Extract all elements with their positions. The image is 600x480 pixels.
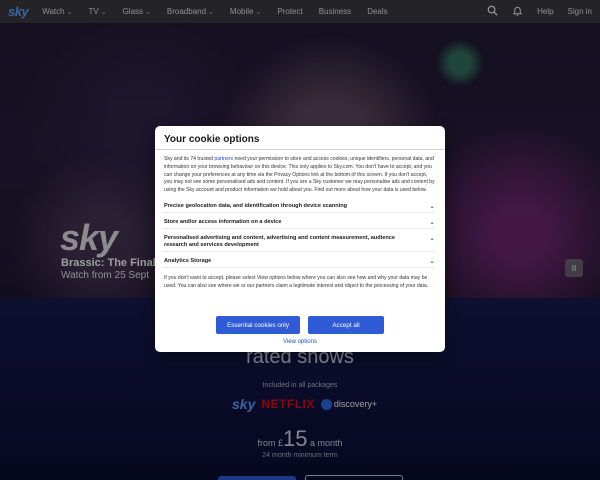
chevron-down-icon: ⌄ xyxy=(429,218,435,226)
cookie-section-personalised[interactable]: Personalised advertising and content, ad… xyxy=(164,233,435,252)
cookie-buttons: Essential cookies only Accept all xyxy=(155,316,445,334)
essential-cookies-button[interactable]: Essential cookies only xyxy=(216,316,300,334)
accept-all-button[interactable]: Accept all xyxy=(308,316,384,334)
partners-link[interactable]: partners xyxy=(214,156,233,162)
cookie-intro: Sky and its 74 trusted partners need you… xyxy=(164,156,435,194)
cookie-section-analytics[interactable]: Analytics Storage ⌄ xyxy=(164,256,435,268)
chevron-down-icon: ⌄ xyxy=(429,234,435,242)
divider xyxy=(155,149,445,150)
cookie-dialog: Your cookie options Sky and its 74 trust… xyxy=(155,126,445,352)
cookie-dialog-title: Your cookie options xyxy=(164,134,260,145)
chevron-down-icon: ⌄ xyxy=(429,202,435,210)
chevron-down-icon: ⌄ xyxy=(429,257,435,265)
cookie-section-storage[interactable]: Store and/or access information on a dev… xyxy=(164,217,435,229)
cookie-section-geolocation[interactable]: Precise geolocation data, and identifica… xyxy=(164,201,435,213)
view-options-link[interactable]: View options xyxy=(155,339,445,345)
cookie-note: If you don't want to accept, please sele… xyxy=(164,274,429,289)
